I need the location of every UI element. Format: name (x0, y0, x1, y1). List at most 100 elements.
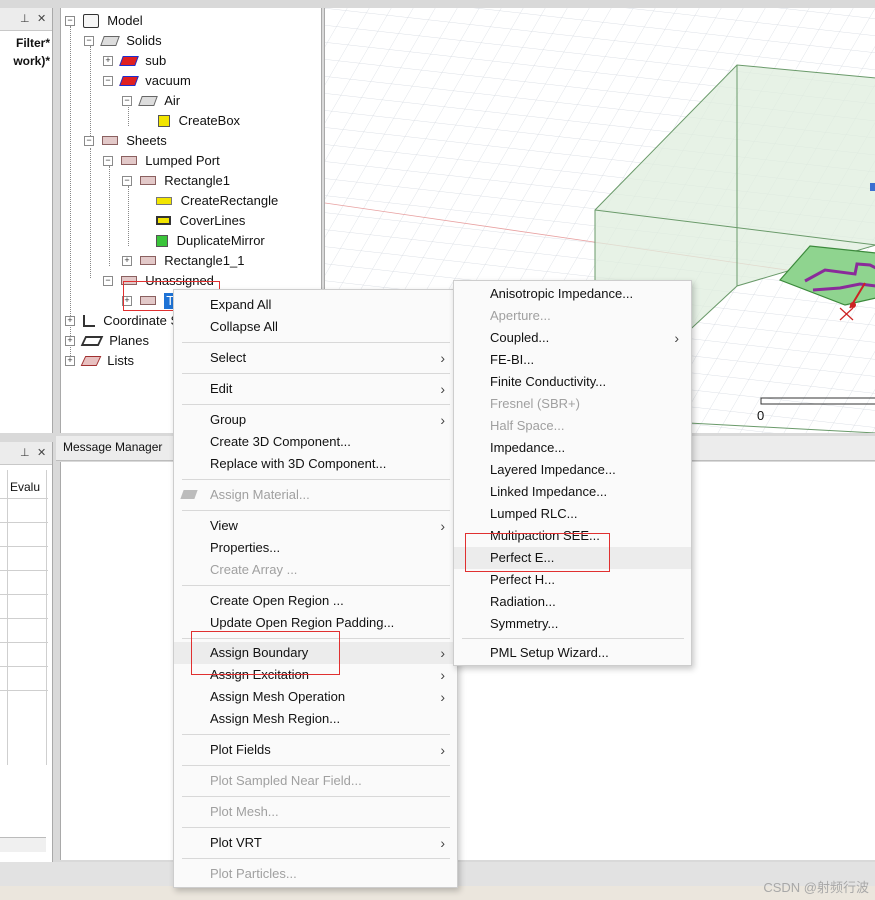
menu-item-create-open-region[interactable]: Create Open Region ... (174, 590, 457, 612)
menu-item-expand-all[interactable]: Expand All (174, 294, 457, 316)
menu-item-assign-mesh-operation[interactable]: Assign Mesh Operation › (174, 686, 457, 708)
chevron-right-icon: › (440, 689, 445, 705)
menu-item-assign-mesh-region[interactable]: Assign Mesh Region... (174, 708, 457, 730)
chevron-right-icon: › (440, 835, 445, 851)
menu-item-properties[interactable]: Properties... (174, 537, 457, 559)
filter-item[interactable]: Filter* (16, 36, 50, 50)
solid-object-icon (137, 95, 158, 106)
tree-node-label: Model (107, 12, 143, 28)
tree-node-label: Rectangle1_1 (164, 252, 245, 268)
rectangle-command-icon (156, 196, 172, 205)
submenu-item-coupled[interactable]: Coupled... › (454, 327, 691, 349)
submenu-item-finite-conductivity[interactable]: Finite Conductivity... (454, 371, 691, 393)
submenu-item-half-space[interactable]: Half Space... (454, 415, 691, 437)
sheet-icon (139, 176, 156, 186)
model-icon (82, 13, 99, 28)
chevron-right-icon: › (440, 412, 445, 428)
box-command-icon (158, 114, 170, 127)
submenu-item-linked-impedance[interactable]: Linked Impedance... (454, 481, 691, 503)
menu-item-assign-material[interactable]: Assign Material... (174, 484, 457, 506)
menu-item-plot-fields[interactable]: Plot Fields › (174, 739, 457, 761)
menu-item-group[interactable]: Group › (174, 409, 457, 431)
horizontal-scrollbar[interactable] (0, 837, 46, 852)
submenu-item-pml-setup-wizard[interactable]: PML Setup Wizard... (454, 642, 691, 664)
duplicate-mirror-icon (156, 234, 168, 247)
left-grid-header: ⊥ ✕ (0, 442, 52, 465)
collapse-toggle[interactable]: − (122, 95, 132, 106)
submenu-item-aperture[interactable]: Aperture... (454, 305, 691, 327)
watermark: CSDN @射频行波 (763, 880, 869, 895)
tree-node-model[interactable]: − Model (65, 10, 143, 30)
collapse-toggle[interactable]: − (103, 275, 113, 286)
expand-toggle[interactable]: + (65, 335, 75, 346)
tree-node-createrectangle[interactable]: CreateRectangle (156, 190, 278, 210)
expand-toggle[interactable]: + (65, 315, 75, 326)
expand-toggle[interactable]: + (65, 355, 75, 366)
tree-node-coordinate-systems[interactable]: + Coordinate S (65, 310, 179, 330)
submenu-item-layered-impedance[interactable]: Layered Impedance... (454, 459, 691, 481)
message-manager-title[interactable]: Message Manager (63, 440, 162, 454)
menu-item-plot-particles[interactable]: Plot Particles... (174, 863, 457, 885)
tree-node-rectangle1-1[interactable]: + Rectangle1_1 (122, 250, 244, 270)
menu-item-create-array[interactable]: Create Array ... (174, 559, 457, 581)
menu-item-view[interactable]: View › (174, 515, 457, 537)
pin-icon[interactable]: ⊥ (20, 12, 30, 25)
tree-node-vacuum[interactable]: − vacuum (103, 70, 191, 90)
tree-node-label: Rectangle1 (164, 172, 231, 188)
menu-item-select[interactable]: Select › (174, 347, 457, 369)
collapse-toggle[interactable]: − (84, 35, 94, 46)
menu-item-collapse-all[interactable]: Collapse All (174, 316, 457, 338)
tree-node-label: CoverLines (179, 212, 246, 228)
close-icon[interactable]: ✕ (37, 12, 46, 25)
tree-node-sheets[interactable]: − Sheets (84, 130, 167, 150)
pin-icon[interactable]: ⊥ (20, 446, 30, 459)
tree-node-duplicatemirror[interactable]: DuplicateMirror (156, 230, 265, 250)
submenu-item-radiation[interactable]: Radiation... (454, 591, 691, 613)
menu-item-plot-sampled-near-field[interactable]: Plot Sampled Near Field... (174, 770, 457, 792)
tree-node-label: Coordinate S (103, 312, 180, 328)
tree-node-solids[interactable]: − Solids (84, 30, 162, 50)
close-icon[interactable]: ✕ (37, 446, 46, 459)
left-panel-header: ⊥ ✕ (0, 8, 52, 31)
submenu-item-fresnel[interactable]: Fresnel (SBR+) (454, 393, 691, 415)
tree-node-planes[interactable]: + Planes (65, 330, 149, 350)
tree-node-lists[interactable]: + Lists (65, 350, 134, 370)
submenu-item-perfect-h[interactable]: Perfect H... (454, 569, 691, 591)
tree-node-lumped-port[interactable]: − Lumped Port (103, 150, 220, 170)
tree-node-label: CreateBox (178, 112, 241, 128)
chevron-right-icon: › (440, 742, 445, 758)
collapse-toggle[interactable]: − (84, 135, 94, 146)
grid-column-header[interactable]: Evalu (10, 480, 40, 494)
tree-node-label: CreateRectangle (180, 192, 279, 208)
tree-node-air[interactable]: − Air (122, 90, 180, 110)
tree-node-createbox[interactable]: CreateBox (158, 110, 240, 130)
tree-node-label: Lumped Port (145, 152, 220, 168)
left-grid-panel: ⊥ ✕ Evalu (0, 442, 53, 862)
filter-item[interactable]: work)* (13, 54, 50, 68)
tree-node-coverlines[interactable]: CoverLines (156, 210, 245, 230)
tree-node-label: Air (164, 92, 181, 108)
tree-node-label: sub (145, 52, 167, 68)
collapse-toggle[interactable]: − (103, 155, 113, 166)
annotation-highlight-assign-boundary (191, 631, 340, 675)
collapse-toggle[interactable]: − (65, 15, 75, 26)
tree-node-rectangle1[interactable]: − Rectangle1 (122, 170, 230, 190)
submenu-item-lumped-rlc[interactable]: Lumped RLC... (454, 503, 691, 525)
menu-item-edit[interactable]: Edit › (174, 378, 457, 400)
submenu-item-fe-bi[interactable]: FE-BI... (454, 349, 691, 371)
collapse-toggle[interactable]: − (122, 175, 132, 186)
expand-toggle[interactable]: + (122, 255, 132, 266)
submenu-item-symmetry[interactable]: Symmetry... (454, 613, 691, 635)
tree-node-sub[interactable]: + sub (103, 50, 166, 70)
submenu-item-impedance[interactable]: Impedance... (454, 437, 691, 459)
taskbar (0, 886, 875, 900)
menu-item-create-3d-component[interactable]: Create 3D Component... (174, 431, 457, 453)
submenu-item-anisotropic-impedance[interactable]: Anisotropic Impedance... (454, 283, 691, 305)
lists-icon (80, 355, 101, 366)
menu-item-replace-with-3d-component[interactable]: Replace with 3D Component... (174, 453, 457, 475)
menu-item-plot-vrt[interactable]: Plot VRT › (174, 832, 457, 854)
expand-toggle[interactable]: + (103, 55, 113, 66)
collapse-toggle[interactable]: − (103, 75, 113, 86)
menu-item-plot-mesh[interactable]: Plot Mesh... (174, 801, 457, 823)
left-filter-panel: ⊥ ✕ Filter* work)* (0, 8, 53, 433)
